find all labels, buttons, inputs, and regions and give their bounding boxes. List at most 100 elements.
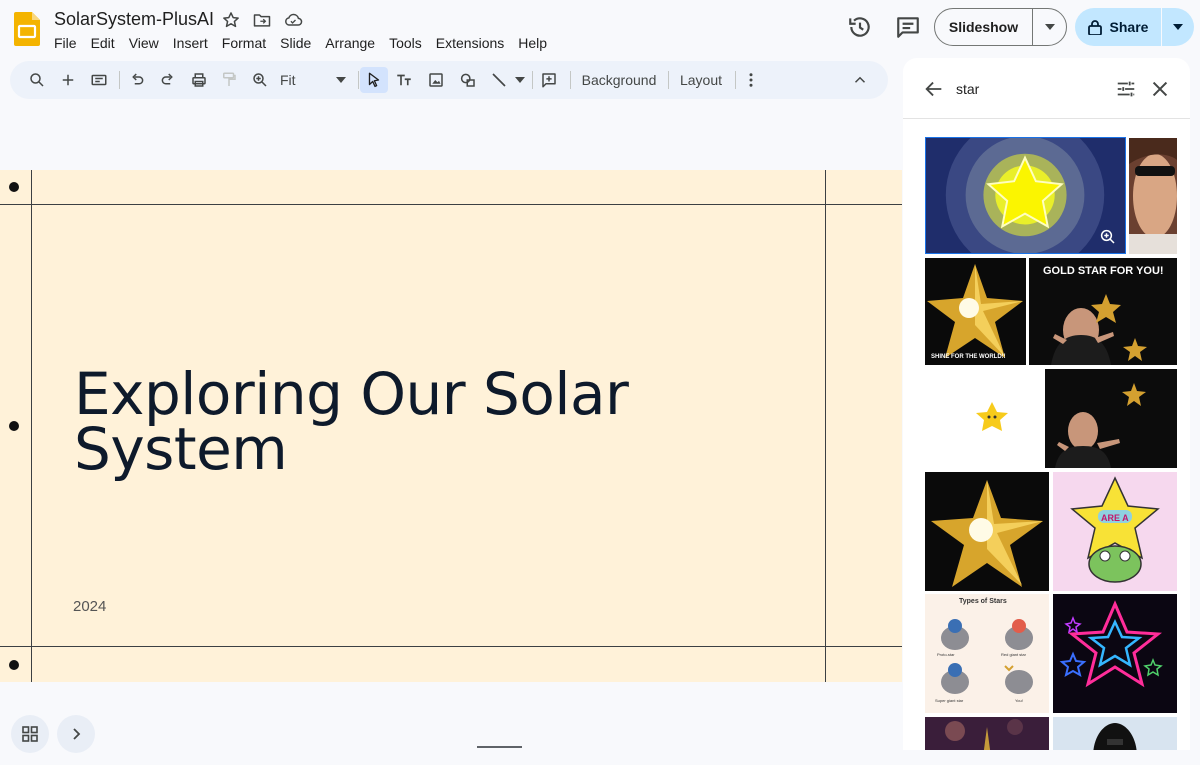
toolbar-divider	[668, 71, 669, 89]
menu-help[interactable]: Help	[511, 33, 554, 53]
gif-caption: Types of Stars	[959, 598, 1007, 605]
slideshow-button[interactable]: Slideshow	[934, 8, 1067, 46]
gif-search-input[interactable]	[956, 78, 1106, 100]
add-icon[interactable]	[56, 67, 80, 93]
collapse-icon[interactable]	[848, 67, 872, 93]
slide-title-line: Exploring Our Solar	[74, 360, 629, 428]
menu-extensions[interactable]: Extensions	[429, 33, 511, 53]
menu-view[interactable]: View	[122, 33, 166, 53]
slide-title-line: System	[74, 415, 288, 483]
gif-result-night-sky[interactable]	[925, 717, 1049, 750]
select-cursor-icon[interactable]	[360, 67, 388, 93]
layout-button[interactable]: Layout	[675, 67, 727, 93]
text-box-icon[interactable]	[392, 67, 416, 93]
shape-icon[interactable]	[456, 67, 480, 93]
line-icon[interactable]	[487, 67, 511, 93]
grid-view-icon	[22, 726, 38, 742]
gif-search-panel: SHINE FOR THE WORLD!! GOLD STAR FOR YOU!	[903, 58, 1190, 750]
filmstrip-bar	[0, 682, 902, 765]
gif-label: Super giant star	[935, 698, 964, 703]
image-icon[interactable]	[424, 67, 448, 93]
slide-subtitle-year[interactable]: 2024	[73, 598, 106, 615]
share-main[interactable]: Share	[1075, 8, 1162, 46]
gif-result-neon-stars[interactable]	[1053, 594, 1177, 713]
back-arrow-icon[interactable]	[923, 78, 945, 100]
slides-logo-icon[interactable]	[14, 12, 40, 46]
menu-insert[interactable]: Insert	[166, 33, 215, 53]
gif-result-darth-vader[interactable]	[1053, 717, 1177, 750]
guide-line	[0, 646, 902, 647]
background-button[interactable]: Background	[578, 67, 660, 93]
star-icon[interactable]	[221, 10, 241, 30]
guide-line	[0, 204, 902, 205]
close-icon[interactable]	[1149, 78, 1171, 100]
toolbar-divider	[735, 71, 736, 89]
title-bar: SolarSystem-PlusAI File Edit View Insert…	[0, 0, 1200, 58]
slide-title[interactable]: Exploring Our Solar System	[74, 360, 774, 483]
gif-result-sunglasses-woman[interactable]	[1129, 138, 1177, 254]
selection-handle[interactable]	[9, 182, 19, 192]
line-dropdown-icon[interactable]	[513, 67, 527, 93]
guide-line	[825, 170, 826, 682]
share-button[interactable]: Share	[1075, 8, 1194, 46]
zoom-dropdown-icon	[336, 77, 346, 83]
cloud-saved-icon[interactable]	[283, 10, 303, 30]
gif-result-types-of-stars[interactable]: Types of Stars Proto-star Red giant star…	[925, 594, 1049, 713]
gif-result-gold-star-shine[interactable]: SHINE FOR THE WORLD!!	[925, 258, 1026, 365]
comment-add-icon[interactable]	[537, 67, 561, 93]
show-filmstrip-button[interactable]	[57, 715, 95, 753]
gif-caption: GOLD STAR FOR YOU!	[1043, 265, 1164, 277]
zoom-preview-icon[interactable]	[1099, 228, 1117, 246]
gif-result-man-pointing-star[interactable]	[1045, 369, 1177, 468]
undo-icon[interactable]	[125, 67, 149, 93]
new-slide-icon[interactable]	[87, 67, 111, 93]
slide-canvas[interactable]: Exploring Our Solar System 2024	[0, 170, 902, 682]
toolbar-divider	[570, 71, 571, 89]
gif-label: Red giant star	[1001, 652, 1026, 657]
document-title[interactable]: SolarSystem-PlusAI	[54, 9, 214, 30]
selection-handle[interactable]	[9, 421, 19, 431]
move-folder-icon[interactable]	[252, 10, 272, 30]
lock-icon	[1087, 20, 1102, 35]
menu-file[interactable]: File	[47, 33, 84, 53]
redo-icon[interactable]	[156, 67, 180, 93]
slideshow-label[interactable]: Slideshow	[935, 9, 1033, 45]
gif-result-gold-star-for-you[interactable]: GOLD STAR FOR YOU!	[1029, 258, 1177, 365]
share-dropdown-icon[interactable]	[1162, 8, 1194, 46]
toolbar-divider	[532, 71, 533, 89]
menu-slide[interactable]: Slide	[273, 33, 318, 53]
menu-arrange[interactable]: Arrange	[318, 33, 382, 53]
toolbar-divider	[358, 71, 359, 89]
zoom-value: Fit	[280, 72, 296, 88]
gif-results-grid: SHINE FOR THE WORLD!! GOLD STAR FOR YOU!	[903, 120, 1190, 750]
menu-tools[interactable]: Tools	[382, 33, 429, 53]
filter-tune-icon[interactable]	[1115, 78, 1137, 100]
slideshow-dropdown-icon[interactable]	[1033, 9, 1066, 45]
gif-caption: ARE A	[1101, 513, 1129, 523]
speaker-notes-resize-handle[interactable]	[477, 746, 522, 748]
panel-header	[903, 58, 1190, 119]
zoom-icon[interactable]	[248, 67, 272, 93]
zoom-select[interactable]: Fit	[280, 67, 350, 93]
selection-handle[interactable]	[9, 660, 19, 670]
share-label: Share	[1109, 19, 1149, 35]
gif-caption: SHINE FOR THE WORLD!!	[931, 354, 1006, 360]
paint-format-icon[interactable]	[217, 67, 241, 93]
gif-result-gold-star-sparkle[interactable]	[925, 472, 1049, 591]
print-icon[interactable]	[187, 67, 211, 93]
gif-label: You!	[1015, 698, 1023, 703]
guide-line	[31, 170, 32, 682]
version-history-icon[interactable]	[847, 14, 873, 40]
menu-bar: File Edit View Insert Format Slide Arran…	[47, 33, 554, 53]
more-vert-icon[interactable]	[741, 67, 761, 93]
gif-result-small-yellow-star[interactable]	[925, 369, 1042, 468]
comments-icon[interactable]	[895, 14, 921, 40]
menu-edit[interactable]: Edit	[84, 33, 122, 53]
search-icon[interactable]	[25, 67, 49, 93]
chevron-right-icon	[73, 728, 81, 740]
toolbar: Fit Background Layout	[10, 61, 888, 99]
menu-format[interactable]: Format	[215, 33, 273, 53]
gif-result-glowing-star[interactable]	[925, 137, 1126, 254]
gif-result-cartoon-star-frog[interactable]: ARE A	[1053, 472, 1177, 591]
grid-view-button[interactable]	[11, 715, 49, 753]
